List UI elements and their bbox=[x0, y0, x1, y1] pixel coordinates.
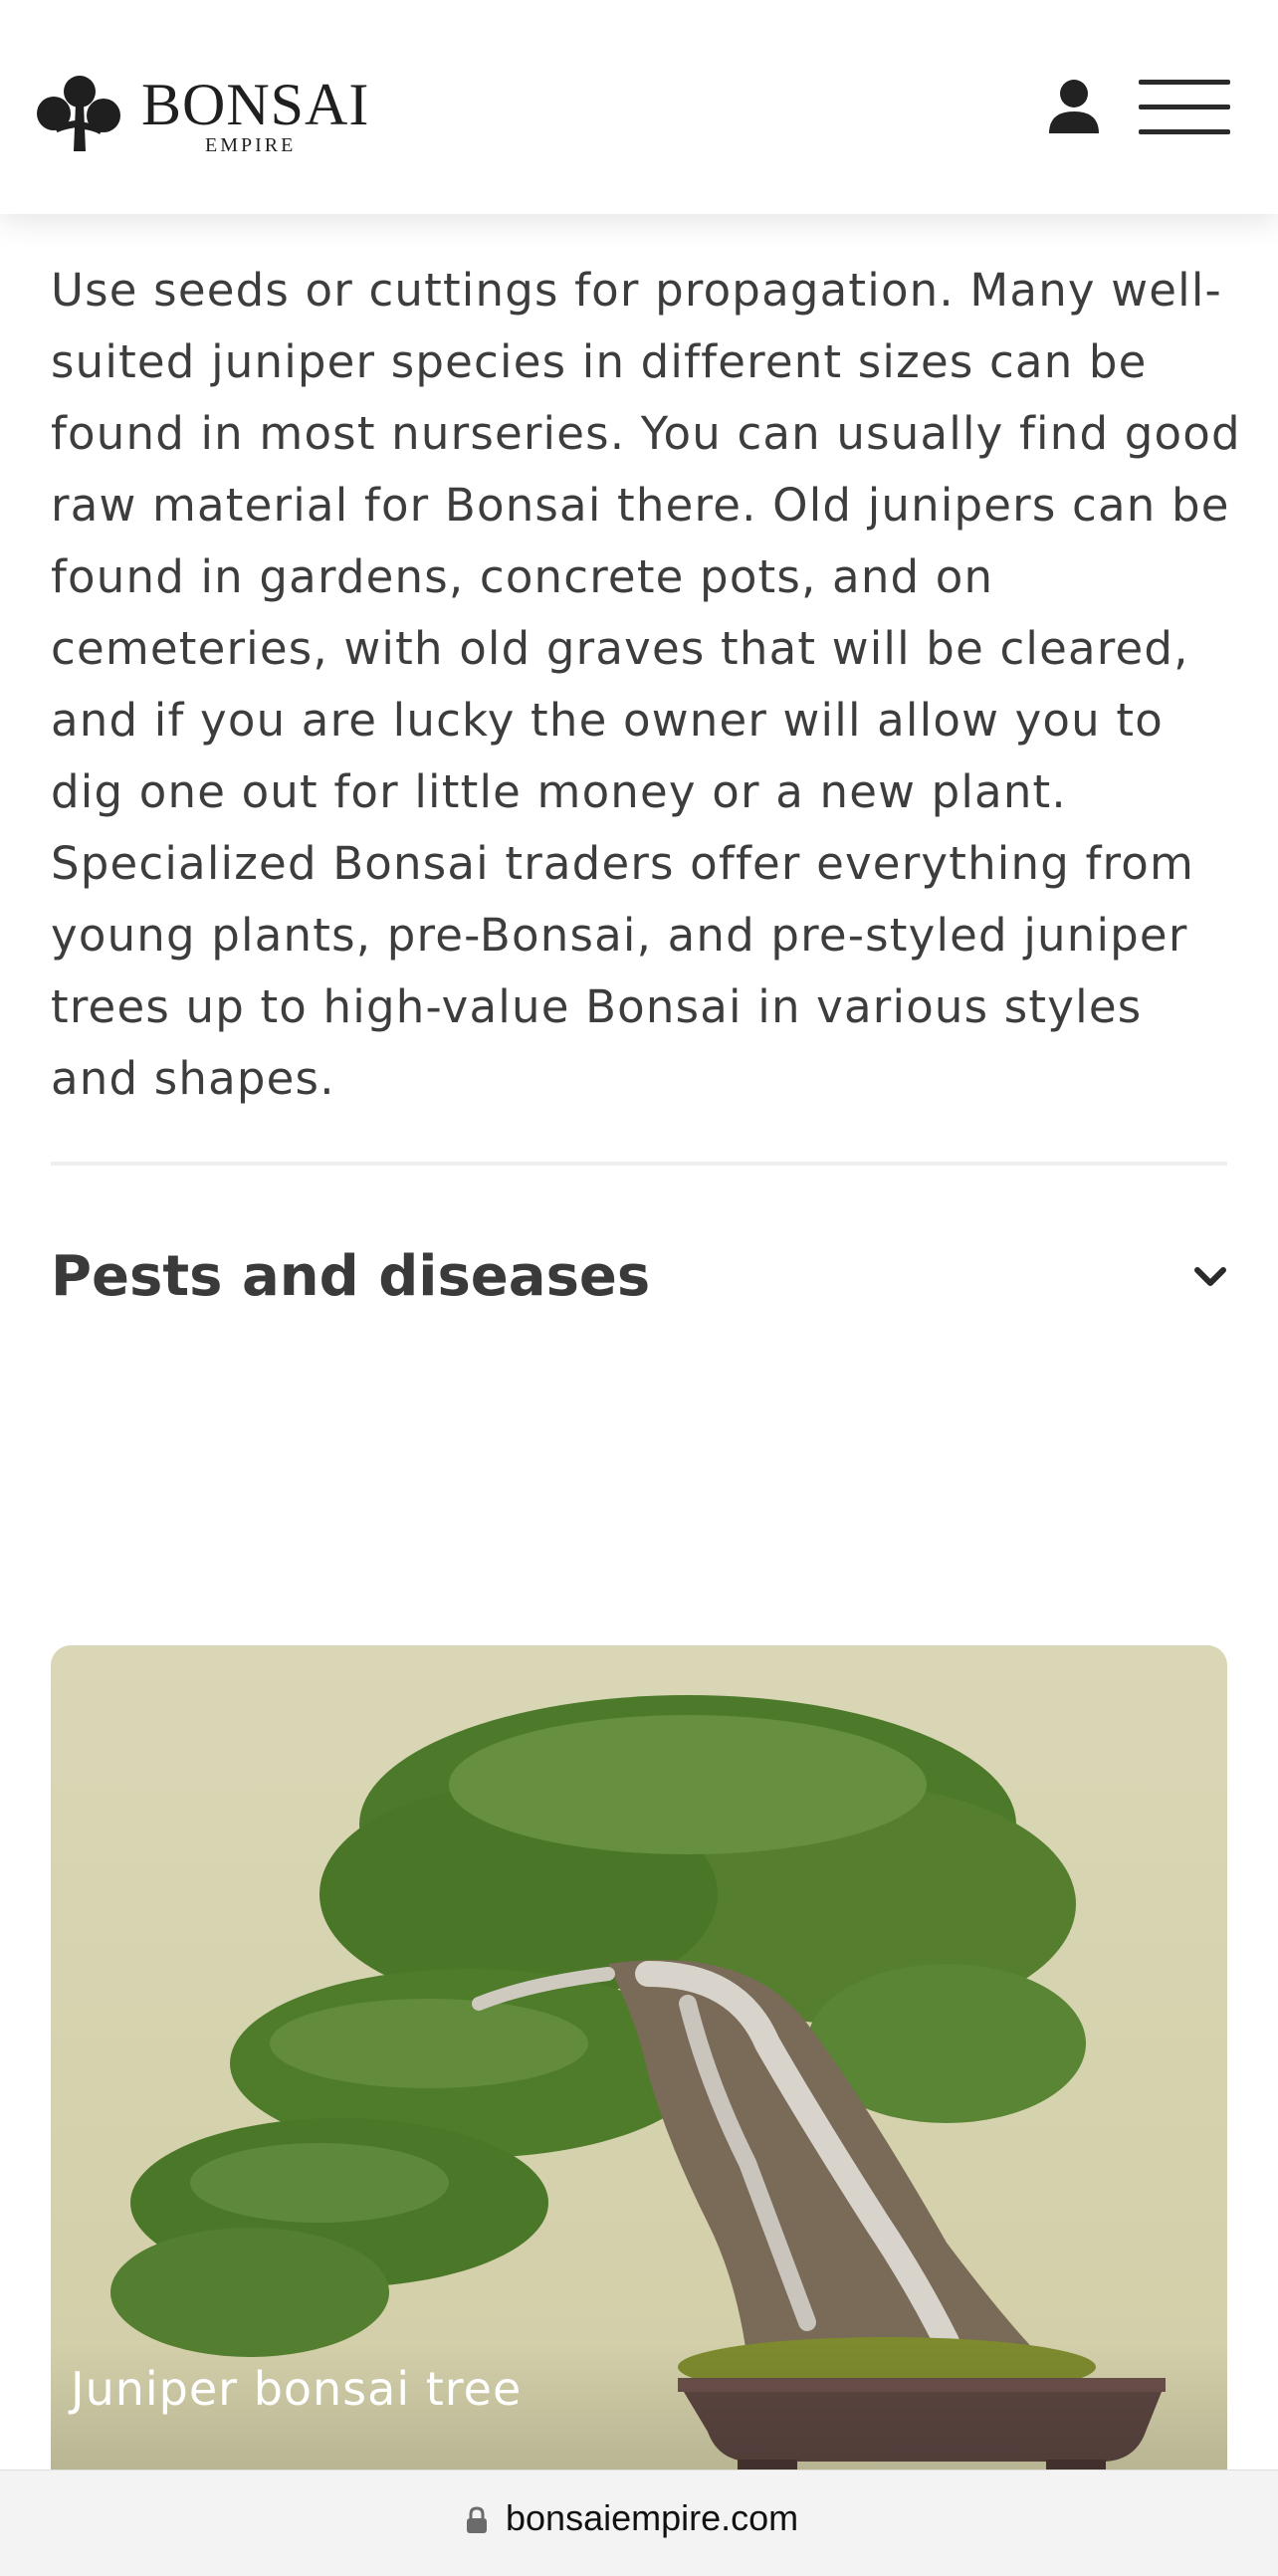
image-caption: Juniper bonsai tree bbox=[71, 2362, 523, 2416]
browser-url-bar[interactable]: bonsaiempire.com bbox=[0, 2469, 1278, 2576]
url-text: bonsaiempire.com bbox=[506, 2497, 799, 2538]
lock-icon bbox=[467, 2506, 487, 2533]
hamburger-menu-bar bbox=[1139, 105, 1230, 109]
juniper-bonsai-photo[interactable] bbox=[51, 1645, 1227, 2576]
section-divider bbox=[51, 1162, 1227, 1166]
hamburger-menu-button[interactable] bbox=[1139, 78, 1230, 137]
bonsai-tree-logo-icon bbox=[37, 76, 120, 151]
page: BONSAI EMPIRE Use seeds or cuttings for … bbox=[0, 0, 1278, 2576]
chevron-down-icon bbox=[1194, 1267, 1226, 1286]
logo-subtitle: EMPIRE bbox=[205, 134, 297, 156]
pests-diseases-accordion[interactable]: Pests and diseases bbox=[51, 1224, 1227, 1324]
site-logo[interactable]: BONSAI EMPIRE bbox=[36, 72, 368, 161]
hamburger-menu-bar bbox=[1139, 129, 1230, 134]
hamburger-menu-icon bbox=[1139, 80, 1230, 85]
article-paragraph: Use seeds or cuttings for propagation. M… bbox=[51, 264, 1241, 1105]
logo-title: BONSAI bbox=[141, 72, 370, 137]
user-icon bbox=[1049, 80, 1099, 133]
site-header: BONSAI EMPIRE bbox=[0, 0, 1278, 214]
account-button[interactable] bbox=[1045, 78, 1103, 135]
accordion-title: Pests and diseases bbox=[51, 1244, 651, 1309]
